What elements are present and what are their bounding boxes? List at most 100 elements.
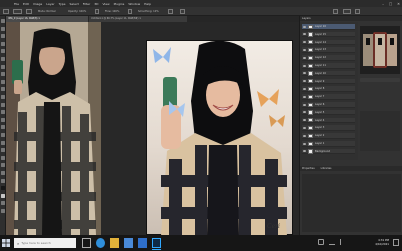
taskbar-search-box[interactable]: ⌕ [14,238,76,248]
airbrush-icon[interactable] [128,9,132,14]
visibility-eye-icon[interactable] [303,56,306,59]
visibility-eye-icon[interactable] [303,41,306,44]
notifications-icon[interactable] [393,239,399,246]
smoothing-options-icon[interactable] [168,9,173,14]
windows-start-icon[interactable] [2,239,10,247]
volume-icon[interactable] [340,239,346,245]
explorer-icon[interactable] [110,238,119,248]
visibility-eye-icon[interactable] [303,126,306,129]
smoothing-field[interactable]: Smoothing: 10% [138,10,159,13]
taskbar-clock[interactable]: 4:31 PM 4/10/2021 [363,238,389,246]
type-tool-icon[interactable] [1,140,5,145]
store-icon[interactable] [124,238,133,248]
brush-tool-icon[interactable] [1,79,5,84]
layer-row[interactable]: Layer 16 [302,24,355,30]
opacity-field[interactable]: Opacity: 100% [68,10,86,13]
menu-layer[interactable]: Layer [46,2,54,6]
brush-tool-icon[interactable] [3,9,9,14]
layer-row[interactable]: Layer 11 [302,63,355,69]
visibility-eye-icon[interactable] [303,33,306,36]
menu-image[interactable]: Image [33,2,42,6]
pressure-opacity-icon[interactable] [95,9,99,14]
menu-edit[interactable]: Edit [23,2,29,6]
taskbar-search-input[interactable] [21,241,72,245]
mode-dropdown[interactable]: Mode: Normal [38,10,56,13]
path-select-tool-icon[interactable] [1,148,5,153]
visibility-eye-icon[interactable] [303,111,306,114]
menu-help[interactable]: Help [144,2,151,6]
more-tools-tool-icon[interactable] [1,178,5,183]
layer-row[interactable]: Layer 8 [302,86,355,92]
menu-plugins[interactable]: Plugins [114,2,125,6]
workspace-icon[interactable] [343,9,351,14]
photoshop-taskbar-icon[interactable] [152,238,161,248]
visibility-eye-icon[interactable] [303,150,306,153]
stamp-tool-icon[interactable] [1,87,5,92]
visibility-eye-icon[interactable] [303,80,306,83]
layer-row[interactable]: Layer 6 [302,102,355,108]
artboard[interactable]: Ceri [146,40,293,236]
panel-header[interactable]: Layers [302,17,311,20]
marquee-tool-icon[interactable] [1,26,5,31]
layer-row[interactable]: Layer 10 [302,70,355,77]
layer-row[interactable]: Layer 13 [302,47,355,53]
crop-tool-icon[interactable] [1,49,5,54]
visibility-eye-icon[interactable] [303,48,306,51]
layer-row[interactable]: Background [302,148,355,155]
zoom-tool-icon[interactable] [1,171,5,175]
eraser-tool-icon[interactable] [1,102,5,107]
foreground-color-tool-icon[interactable] [1,186,5,191]
hand-tool-icon[interactable] [1,163,5,168]
brush-settings-icon[interactable] [26,9,32,14]
edge-icon[interactable] [96,238,105,248]
layer-row[interactable]: Layer 12 [302,55,355,61]
healing-tool-icon[interactable] [1,72,5,77]
layer-row[interactable]: Layer 15 [302,31,355,38]
layer-row[interactable]: Layer 14 [302,39,355,46]
layer-row[interactable]: Layer 2 [302,133,355,139]
menu-3d[interactable]: 3D [94,2,98,6]
maximize-button[interactable]: □ [389,2,392,6]
layer-row[interactable]: Layer 9 [302,78,355,85]
visibility-eye-icon[interactable] [303,64,306,67]
background-color-tool-icon[interactable] [1,193,5,198]
eyedropper-tool-icon[interactable] [1,64,5,69]
dodge-tool-icon[interactable] [1,125,5,130]
mail-icon[interactable] [138,238,147,248]
task-view-icon[interactable] [82,238,91,248]
flow-field[interactable]: Flow: 100% [105,10,119,13]
layer-row[interactable]: Layer 7 [302,94,355,100]
visibility-eye-icon[interactable] [303,119,306,122]
menu-file[interactable]: File [14,2,19,6]
frame-tool-icon[interactable] [1,57,5,61]
menu-filter[interactable]: Filter [83,2,90,6]
lasso-tool-icon[interactable] [1,34,5,39]
layer-row[interactable]: Layer 4 [302,117,355,124]
canvas-area[interactable]: Ceri Activate Windows Go to Settings to … [6,22,299,249]
close-button[interactable]: ✕ [397,2,400,6]
move-tool-icon[interactable] [1,19,5,23]
menu-select[interactable]: Select [70,2,79,6]
quick-mask-tool-icon[interactable] [1,201,5,206]
minimize-button[interactable]: – [382,2,384,6]
angle-icon[interactable] [180,9,185,14]
menu-view[interactable]: View [102,2,109,6]
visibility-eye-icon[interactable] [303,103,306,106]
history-brush-tool-icon[interactable] [1,95,5,99]
zoom-slider[interactable] [360,78,400,82]
menu-type[interactable]: Type [59,2,66,6]
screen-mode-tool-icon[interactable] [1,209,5,213]
search-icon[interactable] [333,9,338,14]
visibility-eye-icon[interactable] [303,142,306,145]
share-icon[interactable] [355,9,360,14]
pen-tool-icon[interactable] [1,133,5,137]
layer-row[interactable]: Layer 5 [302,109,355,116]
quick-select-tool-icon[interactable] [1,41,5,46]
visibility-eye-icon[interactable] [303,95,306,98]
visibility-eye-icon[interactable] [303,134,306,137]
gradient-tool-icon[interactable] [1,110,5,115]
tab-libraries[interactable]: Libraries [321,166,332,171]
layer-row[interactable]: Layer 3 [302,125,355,131]
menu-window[interactable]: Window [128,2,140,6]
network-icon[interactable] [329,239,335,245]
